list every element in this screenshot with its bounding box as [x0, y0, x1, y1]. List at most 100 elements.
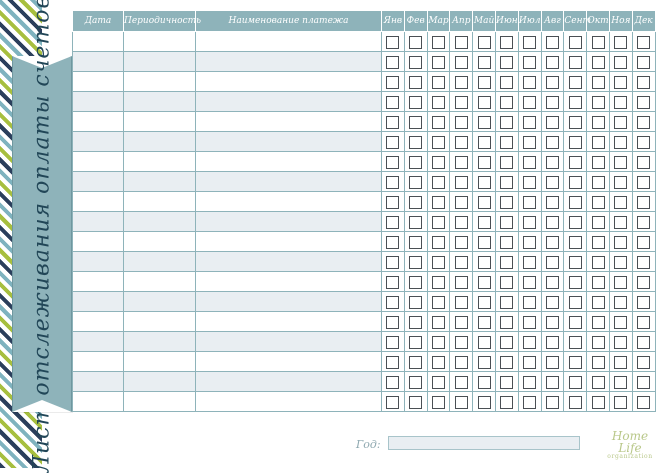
paid-checkbox[interactable] [614, 276, 628, 289]
paid-checkbox[interactable] [568, 236, 582, 249]
paid-checkbox[interactable] [454, 116, 468, 129]
payment-name-cell[interactable] [195, 311, 382, 332]
paid-checkbox[interactable] [523, 396, 537, 409]
paid-checkbox[interactable] [637, 376, 651, 389]
paid-checkbox[interactable] [523, 56, 537, 69]
paid-checkbox[interactable] [386, 336, 400, 349]
paid-checkbox[interactable] [477, 36, 491, 49]
paid-checkbox[interactable] [409, 276, 423, 289]
payment-name-cell[interactable] [195, 351, 382, 372]
paid-checkbox[interactable] [568, 116, 582, 129]
payment-name-cell[interactable] [195, 131, 382, 152]
paid-checkbox[interactable] [614, 256, 628, 269]
paid-checkbox[interactable] [591, 316, 605, 329]
paid-checkbox[interactable] [568, 356, 582, 369]
paid-checkbox[interactable] [431, 276, 445, 289]
paid-checkbox[interactable] [386, 396, 400, 409]
paid-checkbox[interactable] [523, 76, 537, 89]
paid-checkbox[interactable] [431, 396, 445, 409]
paid-checkbox[interactable] [591, 76, 605, 89]
paid-checkbox[interactable] [409, 356, 423, 369]
paid-checkbox[interactable] [409, 316, 423, 329]
paid-checkbox[interactable] [637, 296, 651, 309]
frequency-cell[interactable] [123, 231, 196, 252]
paid-checkbox[interactable] [409, 296, 423, 309]
frequency-cell[interactable] [123, 31, 196, 52]
date-cell[interactable] [72, 171, 124, 192]
paid-checkbox[interactable] [454, 136, 468, 149]
paid-checkbox[interactable] [523, 36, 537, 49]
date-cell[interactable] [72, 151, 124, 172]
paid-checkbox[interactable] [637, 136, 651, 149]
payment-name-cell[interactable] [195, 111, 382, 132]
frequency-cell[interactable] [123, 391, 196, 412]
paid-checkbox[interactable] [431, 376, 445, 389]
paid-checkbox[interactable] [409, 396, 423, 409]
payment-name-cell[interactable] [195, 91, 382, 112]
payment-name-cell[interactable] [195, 31, 382, 52]
paid-checkbox[interactable] [523, 136, 537, 149]
paid-checkbox[interactable] [454, 216, 468, 229]
paid-checkbox[interactable] [477, 156, 491, 169]
paid-checkbox[interactable] [386, 376, 400, 389]
paid-checkbox[interactable] [591, 136, 605, 149]
paid-checkbox[interactable] [637, 156, 651, 169]
date-cell[interactable] [72, 31, 124, 52]
paid-checkbox[interactable] [637, 116, 651, 129]
paid-checkbox[interactable] [477, 376, 491, 389]
paid-checkbox[interactable] [568, 216, 582, 229]
paid-checkbox[interactable] [386, 56, 400, 69]
paid-checkbox[interactable] [477, 336, 491, 349]
paid-checkbox[interactable] [591, 196, 605, 209]
paid-checkbox[interactable] [545, 376, 559, 389]
paid-checkbox[interactable] [409, 336, 423, 349]
date-cell[interactable] [72, 131, 124, 152]
paid-checkbox[interactable] [591, 296, 605, 309]
payment-name-cell[interactable] [195, 211, 382, 232]
paid-checkbox[interactable] [614, 196, 628, 209]
frequency-cell[interactable] [123, 191, 196, 212]
frequency-cell[interactable] [123, 291, 196, 312]
paid-checkbox[interactable] [500, 376, 514, 389]
paid-checkbox[interactable] [637, 256, 651, 269]
paid-checkbox[interactable] [568, 56, 582, 69]
paid-checkbox[interactable] [523, 116, 537, 129]
payment-name-cell[interactable] [195, 291, 382, 312]
paid-checkbox[interactable] [614, 116, 628, 129]
paid-checkbox[interactable] [500, 116, 514, 129]
paid-checkbox[interactable] [386, 216, 400, 229]
paid-checkbox[interactable] [409, 176, 423, 189]
paid-checkbox[interactable] [568, 376, 582, 389]
payment-name-cell[interactable] [195, 331, 382, 352]
paid-checkbox[interactable] [500, 136, 514, 149]
date-cell[interactable] [72, 211, 124, 232]
paid-checkbox[interactable] [637, 176, 651, 189]
paid-checkbox[interactable] [523, 216, 537, 229]
paid-checkbox[interactable] [523, 236, 537, 249]
paid-checkbox[interactable] [477, 236, 491, 249]
paid-checkbox[interactable] [500, 196, 514, 209]
paid-checkbox[interactable] [386, 116, 400, 129]
paid-checkbox[interactable] [431, 56, 445, 69]
date-cell[interactable] [72, 391, 124, 412]
paid-checkbox[interactable] [454, 196, 468, 209]
payment-name-cell[interactable] [195, 51, 382, 72]
paid-checkbox[interactable] [545, 116, 559, 129]
paid-checkbox[interactable] [477, 196, 491, 209]
paid-checkbox[interactable] [409, 376, 423, 389]
paid-checkbox[interactable] [409, 216, 423, 229]
paid-checkbox[interactable] [386, 96, 400, 109]
paid-checkbox[interactable] [568, 36, 582, 49]
frequency-cell[interactable] [123, 211, 196, 232]
date-cell[interactable] [72, 191, 124, 212]
paid-checkbox[interactable] [409, 236, 423, 249]
paid-checkbox[interactable] [409, 96, 423, 109]
paid-checkbox[interactable] [454, 336, 468, 349]
paid-checkbox[interactable] [545, 296, 559, 309]
paid-checkbox[interactable] [637, 76, 651, 89]
date-cell[interactable] [72, 111, 124, 132]
paid-checkbox[interactable] [477, 76, 491, 89]
paid-checkbox[interactable] [614, 136, 628, 149]
paid-checkbox[interactable] [614, 56, 628, 69]
year-field[interactable] [388, 436, 580, 450]
